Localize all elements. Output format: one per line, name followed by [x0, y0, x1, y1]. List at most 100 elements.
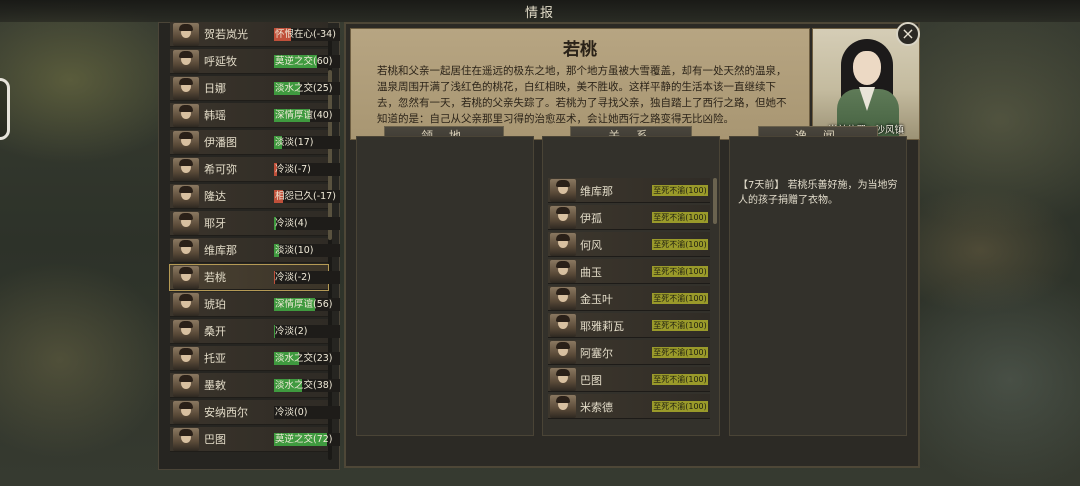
- avatar: [173, 23, 199, 46]
- relation-item[interactable]: 金玉叶 至死不渝(100): [548, 286, 710, 311]
- relation-item[interactable]: 伊孤 至死不渝(100): [548, 205, 710, 230]
- roster-item[interactable]: 托亚 淡水之交(23): [170, 346, 340, 371]
- avatar: [173, 239, 199, 262]
- roster-item[interactable]: 伊潘图 淡淡(17): [170, 130, 340, 155]
- roster-item-name: 托亚: [204, 352, 226, 365]
- relation-item[interactable]: 耶雅莉瓦 至死不渝(100): [548, 313, 710, 338]
- relation-status: 淡水之交(23): [275, 353, 333, 364]
- avatar: [173, 158, 199, 181]
- relation-status: 相怨已久(-17): [275, 191, 336, 202]
- relation-badge: 至死不渝(100): [652, 212, 708, 223]
- roster-scrollbar-thumb[interactable]: [328, 70, 332, 240]
- relation-bar: 淡水之交(23): [274, 352, 340, 365]
- relation-status: 深情厚谊(40): [275, 110, 333, 121]
- relation-name: 巴图: [580, 374, 602, 387]
- avatar: [173, 212, 199, 235]
- roster-item-name: 若桃: [204, 271, 226, 284]
- relation-bar: 冷淡(-2): [274, 271, 340, 284]
- close-button[interactable]: ×: [896, 22, 920, 46]
- relation-bar: 淡水之交(25): [274, 82, 340, 95]
- avatar: [173, 50, 199, 73]
- page-title: 情报: [524, 6, 555, 21]
- roster-item-name: 希可弥: [204, 163, 237, 176]
- relation-badge: 至死不渝(100): [652, 239, 708, 250]
- relation-name: 维库那: [580, 185, 613, 198]
- avatar: [173, 320, 199, 343]
- relation-bar: 淡淡(10): [274, 244, 340, 257]
- avatar: [173, 266, 199, 289]
- relation-bar: 冷淡(-7): [274, 163, 340, 176]
- rumor-entry: 【7天前】 若桃乐善好施，为当地穷人的孩子捐赠了衣物。: [738, 178, 898, 208]
- avatar: [173, 77, 199, 100]
- roster-item[interactable]: 琥珀 深情厚谊(56): [170, 292, 340, 317]
- avatar: [173, 374, 199, 397]
- territory-panel: [356, 136, 534, 436]
- relation-badge: 至死不渝(100): [652, 185, 708, 196]
- roster-item[interactable]: 巴图 莫逆之交(72): [170, 427, 340, 452]
- relation-status: 淡淡(17): [275, 137, 314, 148]
- avatar: [173, 293, 199, 316]
- roster-item-name: 韩瑶: [204, 109, 226, 122]
- relation-status: 淡水之交(38): [275, 380, 333, 391]
- relation-name: 伊孤: [580, 212, 602, 225]
- relation-badge: 至死不渝(100): [652, 347, 708, 358]
- relation-name: 阿塞尔: [580, 347, 613, 360]
- relation-bar: 冷淡(0): [274, 406, 340, 419]
- roster-item[interactable]: 呼延牧 莫逆之交(60): [170, 49, 340, 74]
- rumor-time: 【7天前】: [738, 180, 785, 191]
- relation-status: 莫逆之交(60): [275, 56, 333, 67]
- roster-item[interactable]: 韩瑶 深情厚谊(40): [170, 103, 340, 128]
- roster-item-name: 桑开: [204, 325, 226, 338]
- relation-bar: 怀恨在心(-34): [274, 28, 340, 41]
- roster-item[interactable]: 若桃 冷淡(-2): [169, 264, 340, 291]
- relations-scrollbar-thumb[interactable]: [713, 178, 717, 224]
- relation-badge: 至死不渝(100): [652, 293, 708, 304]
- relation-status: 淡水之交(25): [275, 83, 333, 94]
- relation-status: 冷淡(4): [275, 218, 308, 229]
- relation-status: 莫逆之交(72): [275, 434, 333, 445]
- relation-status: 冷淡(2): [275, 326, 308, 337]
- roster-item[interactable]: 耶牙 冷淡(4): [170, 211, 340, 236]
- roster-item-name: 呼延牧: [204, 55, 237, 68]
- relation-item[interactable]: 米索德 至死不渝(100): [548, 394, 710, 419]
- avatar: [550, 341, 576, 364]
- roster-item-name: 维库那: [204, 244, 237, 257]
- side-ring-button[interactable]: [0, 78, 10, 140]
- roster-item-name: 巴图: [204, 433, 226, 446]
- roster-item[interactable]: 维库那 淡淡(10): [170, 238, 340, 263]
- avatar: [173, 131, 199, 154]
- roster-item[interactable]: 安纳西尔 冷淡(0): [170, 400, 340, 425]
- relation-status: 冷淡(-2): [275, 272, 311, 283]
- roster-item-name: 安纳西尔: [204, 406, 248, 419]
- roster-item[interactable]: 隆达 相怨已久(-17): [170, 184, 340, 209]
- relation-status: 淡淡(10): [275, 245, 314, 256]
- roster-item[interactable]: 贺若岚光 怀恨在心(-34): [170, 22, 340, 47]
- relation-item[interactable]: 何风 至死不渝(100): [548, 232, 710, 257]
- avatar: [173, 185, 199, 208]
- relation-item[interactable]: 曲玉 至死不渝(100): [548, 259, 710, 284]
- avatar: [550, 179, 576, 202]
- relation-name: 曲玉: [580, 266, 602, 279]
- relation-name: 金玉叶: [580, 293, 613, 306]
- avatar: [550, 260, 576, 283]
- roster-item-name: 伊潘图: [204, 136, 237, 149]
- relation-bar: 冷淡(4): [274, 217, 340, 230]
- roster-item[interactable]: 希可弥 冷淡(-7): [170, 157, 340, 182]
- relation-bar: 深情厚谊(56): [274, 298, 340, 311]
- avatar: [173, 428, 199, 451]
- relation-badge: 至死不渝(100): [652, 266, 708, 277]
- relation-bar: 深情厚谊(40): [274, 109, 340, 122]
- roster-item[interactable]: 墨敕 淡水之交(38): [170, 373, 340, 398]
- relation-bar: 淡水之交(38): [274, 379, 340, 392]
- relation-item[interactable]: 维库那 至死不渝(100): [548, 178, 710, 203]
- roster-item[interactable]: 日娜 淡水之交(25): [170, 76, 340, 101]
- relation-badge: 至死不渝(100): [652, 320, 708, 331]
- relation-status: 冷淡(0): [275, 407, 308, 418]
- relation-status: 深情厚谊(56): [275, 299, 333, 310]
- character-bio: 若桃和父亲一起居住在遥远的极东之地，那个地方虽被大雪覆盖，却有一处天然的温泉，温…: [377, 65, 787, 125]
- relation-name: 米索德: [580, 401, 613, 414]
- relation-item[interactable]: 阿塞尔 至死不渝(100): [548, 340, 710, 365]
- avatar: [550, 206, 576, 229]
- roster-item[interactable]: 桑开 冷淡(2): [170, 319, 340, 344]
- relation-item[interactable]: 巴图 至死不渝(100): [548, 367, 710, 392]
